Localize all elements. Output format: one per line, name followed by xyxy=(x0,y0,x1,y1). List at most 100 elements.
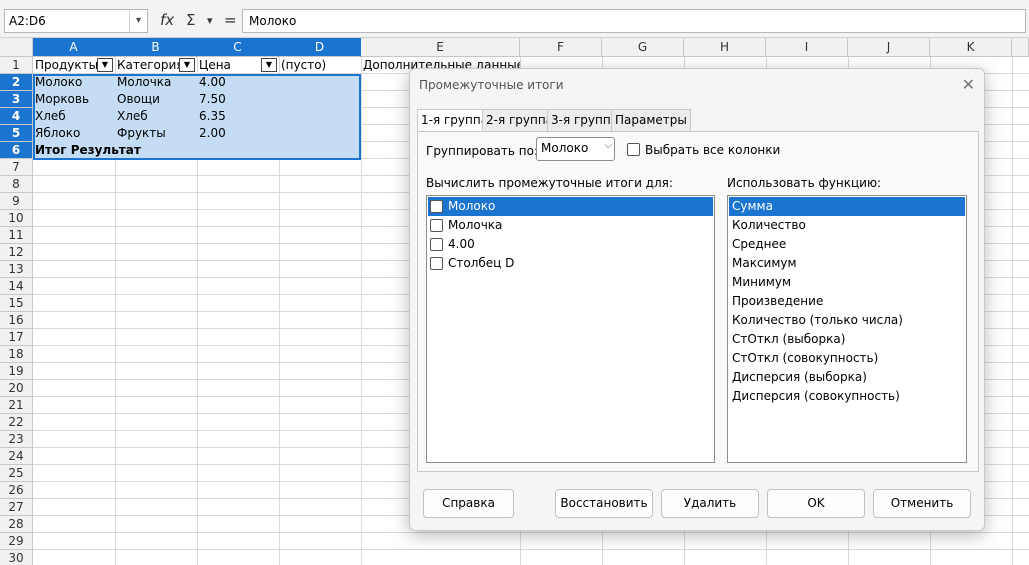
list-item[interactable]: Сумма xyxy=(729,197,965,216)
row-header[interactable]: 13 xyxy=(0,261,33,278)
cell-c5[interactable]: 2.00 xyxy=(197,125,279,142)
column-header[interactable]: K xyxy=(930,38,1012,57)
row-header[interactable]: 11 xyxy=(0,227,33,244)
row-header[interactable]: 30 xyxy=(0,550,33,565)
row-header[interactable]: 9 xyxy=(0,193,33,210)
cell-b3[interactable]: Овощи xyxy=(115,91,197,108)
row-header[interactable]: 18 xyxy=(0,346,33,363)
cancel-button[interactable]: Отменить xyxy=(873,489,971,518)
list-item[interactable]: Количество xyxy=(729,216,965,235)
row-header[interactable]: 19 xyxy=(0,363,33,380)
row-header[interactable]: 10 xyxy=(0,210,33,227)
function-wizard-icon[interactable]: fx xyxy=(160,11,174,29)
cell-b4[interactable]: Хлеб xyxy=(115,108,197,125)
sum-icon[interactable]: Σ xyxy=(186,11,195,29)
row-header[interactable]: 23 xyxy=(0,431,33,448)
column-header[interactable]: D xyxy=(279,38,361,57)
calc-item-checkbox[interactable] xyxy=(430,200,443,213)
autofilter-dropdown-icon[interactable]: ▼ xyxy=(97,58,113,72)
row-header[interactable]: 3 xyxy=(0,91,33,108)
list-item[interactable]: Среднее xyxy=(729,235,965,254)
list-item[interactable]: Молочка xyxy=(428,216,713,235)
tab-group-2[interactable]: 2-я группа xyxy=(482,109,558,131)
row-header[interactable]: 15 xyxy=(0,295,33,312)
row-header[interactable]: 29 xyxy=(0,533,33,550)
cell-c2[interactable]: 4.00 xyxy=(197,74,279,91)
row-header[interactable]: 27 xyxy=(0,499,33,516)
cell-a4[interactable]: Хлеб xyxy=(33,108,115,125)
select-all-columns-checkbox[interactable] xyxy=(627,143,640,156)
calc-item-checkbox[interactable] xyxy=(430,238,443,251)
list-item[interactable]: Дисперсия (выборка) xyxy=(729,368,965,387)
row-header[interactable]: 12 xyxy=(0,244,33,261)
column-header[interactable]: B xyxy=(115,38,197,57)
formula-input[interactable]: Молоко xyxy=(242,9,1026,33)
row-header[interactable]: 8 xyxy=(0,176,33,193)
column-header[interactable]: F xyxy=(520,38,602,57)
name-box[interactable]: A2:D6 ▾ xyxy=(4,9,148,33)
row-header[interactable]: 7 xyxy=(0,159,33,176)
list-item[interactable]: Количество (только числа) xyxy=(729,311,965,330)
row-header[interactable]: 22 xyxy=(0,414,33,431)
autofilter-dropdown-icon[interactable]: ▼ xyxy=(261,58,277,72)
list-item[interactable]: Столбец D xyxy=(428,254,713,273)
calc-item-checkbox[interactable] xyxy=(430,219,443,232)
column-header[interactable]: A xyxy=(33,38,115,57)
cell-b2[interactable]: Молочка xyxy=(115,74,197,91)
column-header[interactable]: I xyxy=(766,38,848,57)
row-header[interactable]: 5 xyxy=(0,125,33,142)
ok-button[interactable]: OK xyxy=(767,489,865,518)
row-header[interactable]: 1 xyxy=(0,57,33,74)
row-header[interactable]: 21 xyxy=(0,397,33,414)
list-item[interactable]: СтОткл (выборка) xyxy=(729,330,965,349)
row-header[interactable]: 6 xyxy=(0,142,33,159)
close-icon[interactable]: ✕ xyxy=(962,75,975,94)
list-item[interactable]: 4.00 xyxy=(428,235,713,254)
row-header[interactable]: 24 xyxy=(0,448,33,465)
list-item[interactable]: Произведение xyxy=(729,292,965,311)
select-all-corner[interactable] xyxy=(0,38,33,57)
row-header[interactable]: 28 xyxy=(0,516,33,533)
group-by-select[interactable]: Молоко ⌵ xyxy=(536,137,615,161)
calc-columns-list[interactable]: Молоко Молочка 4.00 Столбец D xyxy=(426,195,715,463)
row-header[interactable]: 26 xyxy=(0,482,33,499)
cell-d1[interactable]: (пусто) xyxy=(279,57,361,74)
chevron-down-icon[interactable]: ▾ xyxy=(129,10,147,32)
cell-text: Фрукты xyxy=(117,126,166,140)
calc-item-checkbox[interactable] xyxy=(430,257,443,270)
cell-a5[interactable]: Яблоко xyxy=(33,125,115,142)
delete-button[interactable]: Удалить xyxy=(661,489,759,518)
row-header[interactable]: 4 xyxy=(0,108,33,125)
list-item[interactable]: Минимум xyxy=(729,273,965,292)
column-header[interactable]: H xyxy=(684,38,766,57)
sum-menu-icon[interactable]: ▾ xyxy=(207,14,213,27)
row-header[interactable]: 17 xyxy=(0,329,33,346)
tab-options[interactable]: Параметры xyxy=(611,109,691,131)
list-item[interactable]: Максимум xyxy=(729,254,965,273)
row-header[interactable]: 14 xyxy=(0,278,33,295)
row-header[interactable]: 20 xyxy=(0,380,33,397)
autofilter-dropdown-icon[interactable]: ▼ xyxy=(179,58,195,72)
cell-c3[interactable]: 7.50 xyxy=(197,91,279,108)
functions-list[interactable]: Сумма Количество Среднее Максимум Миниму… xyxy=(727,195,967,463)
cell-c4[interactable]: 6.35 xyxy=(197,108,279,125)
column-header[interactable]: G xyxy=(602,38,684,57)
list-item[interactable]: СтОткл (совокупность) xyxy=(729,349,965,368)
cell-a6[interactable]: Итог Результат xyxy=(33,142,197,159)
column-header[interactable] xyxy=(1012,38,1029,57)
cell-a3[interactable]: Морковь xyxy=(33,91,115,108)
help-button[interactable]: Справка xyxy=(423,489,514,518)
restore-button[interactable]: Восстановить xyxy=(555,489,653,518)
column-header[interactable]: J xyxy=(848,38,930,57)
formula-icon[interactable]: = xyxy=(224,11,237,29)
row-header[interactable]: 16 xyxy=(0,312,33,329)
list-item[interactable]: Дисперсия (совокупность) xyxy=(729,387,965,406)
cell-b5[interactable]: Фрукты xyxy=(115,125,197,142)
tab-group-1[interactable]: 1-я группа xyxy=(417,109,493,132)
cell-a2[interactable]: Молоко xyxy=(33,74,115,91)
column-header[interactable]: C xyxy=(197,38,279,57)
column-header[interactable]: E xyxy=(361,38,520,57)
row-header[interactable]: 2 xyxy=(0,74,33,91)
list-item[interactable]: Молоко xyxy=(428,197,713,216)
row-header[interactable]: 25 xyxy=(0,465,33,482)
